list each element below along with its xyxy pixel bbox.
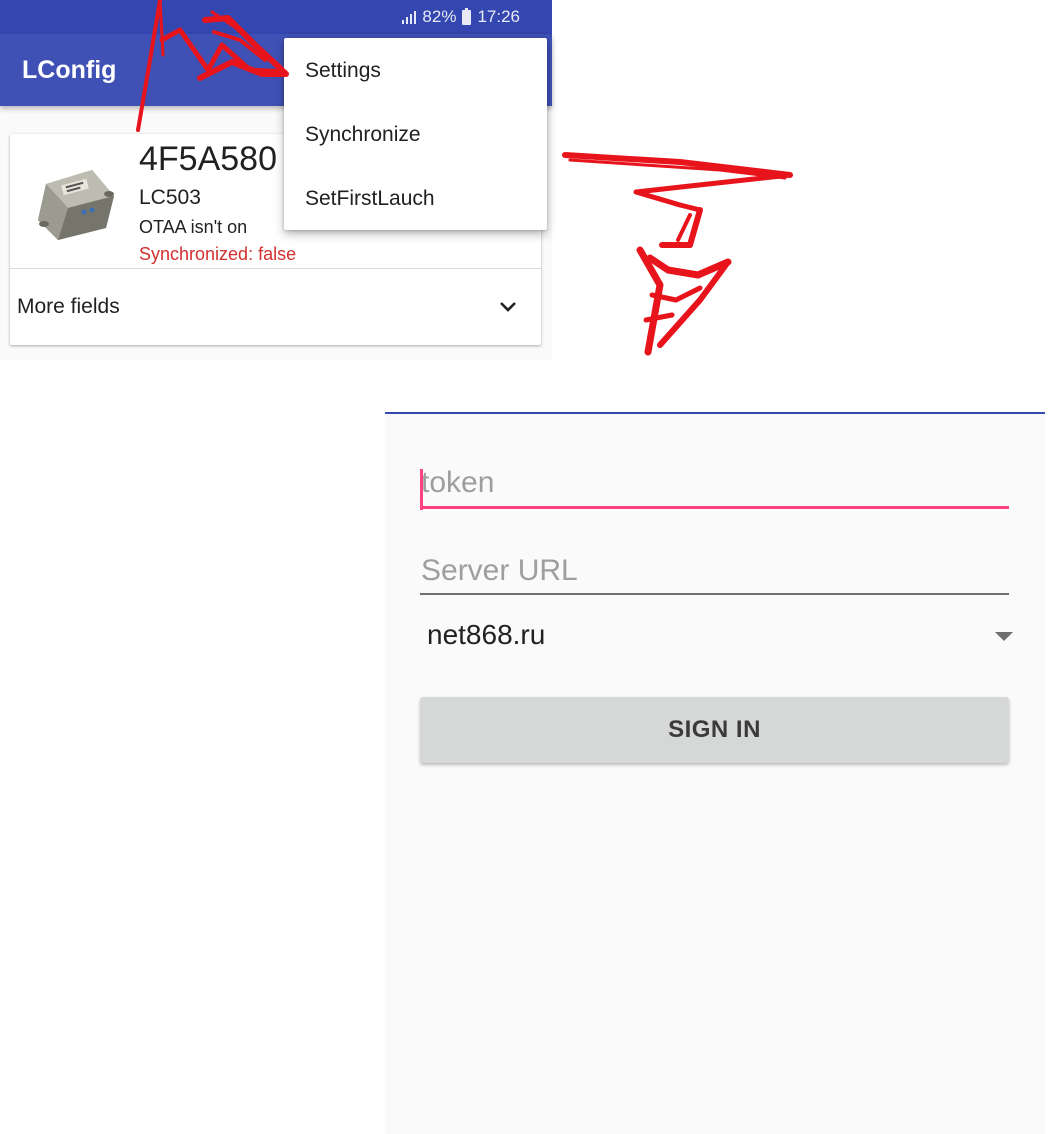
text-caret [420,469,423,510]
settings-screen: net868.ru SIGN IN [385,412,1045,1134]
status-bar: 82% 17:26 [0,0,552,34]
battery-percent: 82% [422,7,457,26]
server-url-field[interactable] [420,554,1009,595]
sync-status: Synchronized: false [139,244,297,264]
menu-item-synchronize[interactable]: Synchronize [305,123,421,147]
battery-icon [462,7,472,25]
server-dropdown[interactable]: net868.ru [420,610,1013,660]
menu-item-set-first-launch[interactable]: SetFirstLauch [305,187,435,211]
menu-item-settings[interactable]: Settings [305,59,381,83]
token-field[interactable] [420,466,1009,510]
server-selected-value: net868.ru [427,619,546,650]
app-title: LConfig [22,56,117,84]
device-id: 4F5A580 [139,140,277,178]
server-url-input[interactable] [420,554,1009,595]
device-model: LC503 [139,186,201,209]
chevron-down-icon[interactable] [497,298,519,316]
status-indicators: 82% 17:26 [402,7,520,27]
dropdown-arrow-icon[interactable] [995,632,1013,641]
overflow-menu: Settings Synchronize SetFirstLauch [284,38,547,230]
sign-in-button[interactable]: SIGN IN [420,697,1009,763]
device-list-screen: 82% 17:26 LConfig 4F5A580 LC503 OTAA isn… [0,0,552,360]
otaa-status: OTAA isn't on [139,217,248,237]
token-input[interactable] [420,466,1009,509]
card-divider [10,268,541,269]
signal-icon [402,10,417,24]
more-fields-toggle[interactable]: More fields [17,295,120,319]
device-image [38,170,114,240]
clock: 17:26 [477,7,520,26]
arrow-to-login [562,152,793,356]
